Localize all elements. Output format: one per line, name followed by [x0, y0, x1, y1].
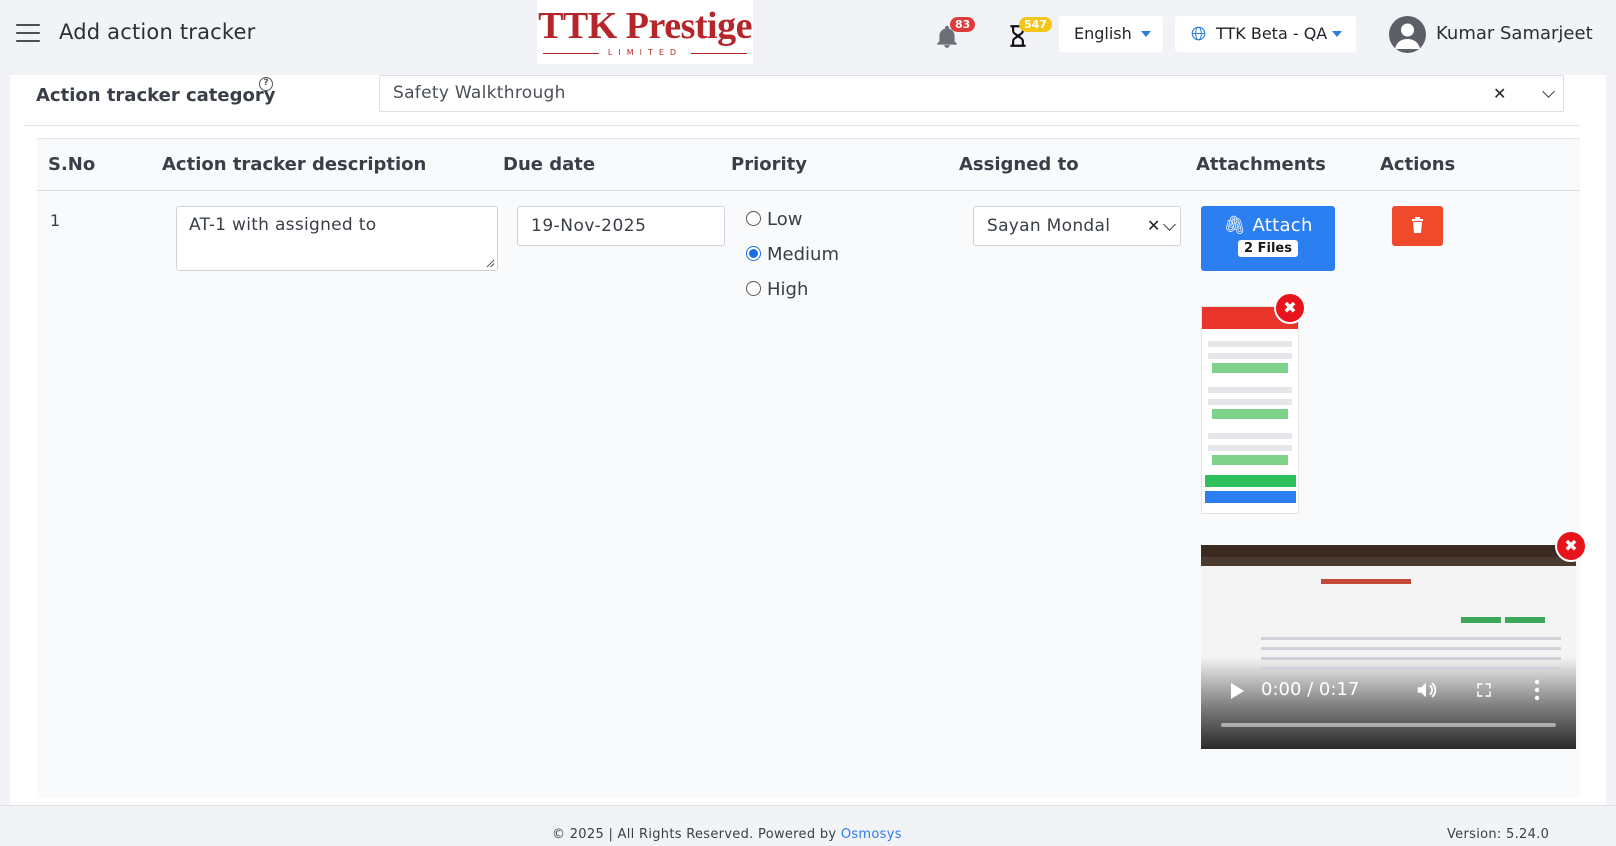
video-time: 0:00 / 0:17 [1261, 679, 1360, 700]
priority-medium-label: Medium [767, 244, 839, 265]
video-frame-row [1261, 647, 1561, 650]
priority-high-radio[interactable]: High [746, 279, 808, 301]
priority-high-label: High [767, 279, 809, 300]
caret-down-icon [1332, 31, 1342, 37]
attach-label: Attach [1252, 215, 1313, 236]
more-options-icon[interactable] [1533, 679, 1541, 701]
pending-badge: 547 [1019, 17, 1052, 32]
thumbnail-line [1208, 445, 1292, 451]
column-header-actions: Actions [1380, 154, 1456, 175]
version-text: Version: 5.24.0 [1447, 827, 1550, 842]
trash-icon [1412, 217, 1423, 233]
remove-attachment-button[interactable]: ✖ [1274, 292, 1306, 324]
thumbnail-green-block [1212, 363, 1288, 373]
video-frame-button [1461, 617, 1501, 623]
radio-icon [746, 211, 761, 226]
notification-badge: 83 [950, 17, 976, 32]
clear-icon[interactable]: ✕ [1147, 207, 1161, 245]
avatar[interactable] [1389, 16, 1426, 53]
category-value: Safety Walkthrough [393, 83, 566, 103]
fullscreen-icon[interactable] [1475, 681, 1493, 699]
description-text: AT-1 with assigned to [189, 215, 377, 235]
video-attachment-player[interactable]: 0:00 / 0:17 [1201, 545, 1576, 749]
play-icon[interactable] [1231, 683, 1244, 699]
caret-down-icon [1141, 31, 1151, 37]
video-frame-address-bar [1201, 557, 1576, 566]
image-attachment-thumbnail[interactable] [1201, 306, 1299, 514]
video-frame-logo [1321, 579, 1411, 584]
attach-button[interactable]: 🖇 Attach 2 Files [1201, 206, 1335, 271]
radio-checked-icon [746, 246, 761, 261]
clear-icon[interactable]: ✕ [1493, 76, 1507, 111]
divider [24, 125, 1580, 126]
category-select[interactable]: Safety Walkthrough ✕ [379, 75, 1564, 112]
logo-text: TTK Prestige [538, 5, 752, 47]
environment-dropdown[interactable]: TTK Beta - QA [1175, 16, 1356, 52]
thumbnail-green-block [1212, 409, 1288, 419]
copyright-label: © 2025 | All Rights Reserved. Powered by [552, 827, 841, 842]
help-icon[interactable]: ? [259, 77, 273, 91]
user-name[interactable]: Kumar Samarjeet [1436, 23, 1593, 44]
copyright-text: © 2025 | All Rights Reserved. Powered by… [552, 827, 902, 842]
column-header-priority: Priority [731, 154, 807, 175]
delete-button[interactable] [1392, 206, 1443, 246]
column-header-description: Action tracker description [162, 154, 427, 175]
paperclip-icon: 🖇 [1223, 215, 1247, 236]
menu-icon[interactable] [16, 24, 40, 44]
video-frame-browser-bar [1201, 545, 1576, 557]
thumbnail-line [1208, 341, 1292, 347]
footer: © 2025 | All Rights Reserved. Powered by… [0, 805, 1616, 846]
language-label: English [1074, 24, 1132, 43]
video-frame-row [1261, 637, 1561, 640]
assigned-to-value: Sayan Mondal [987, 216, 1111, 236]
priority-low-radio[interactable]: Low [746, 209, 802, 231]
thumbnail-line [1208, 433, 1292, 439]
table-header: S.No Action tracker description Due date… [37, 139, 1580, 191]
environment-label: TTK Beta - QA [1216, 24, 1328, 43]
language-dropdown[interactable]: English [1059, 16, 1163, 52]
video-frame-row [1261, 657, 1561, 660]
user-icon [1395, 23, 1420, 49]
due-date-input[interactable]: 19-Nov-2025 [517, 206, 725, 246]
row-sno: 1 [50, 211, 61, 230]
resize-handle-icon[interactable] [486, 259, 495, 268]
assigned-to-select[interactable]: Sayan Mondal ✕ [973, 206, 1181, 246]
column-header-assigned-to: Assigned to [959, 154, 1079, 175]
thumbnail-submit-button [1205, 491, 1296, 503]
column-header-attachments: Attachments [1196, 154, 1326, 175]
due-date-value: 19-Nov-2025 [531, 216, 647, 236]
thumbnail-line [1208, 387, 1292, 393]
form-card: Action tracker category ? Safety Walkthr… [10, 75, 1606, 805]
thumbnail-save-button [1205, 475, 1296, 487]
column-header-sno: S.No [48, 154, 96, 175]
page-title: Add action tracker [59, 20, 256, 44]
files-count-badge: 2 Files [1238, 240, 1298, 257]
column-header-due-date: Due date [503, 154, 596, 175]
category-label: Action tracker category [36, 85, 276, 106]
thumbnail-line [1208, 399, 1292, 405]
thumbnail-line [1208, 353, 1292, 359]
chevron-down-icon[interactable] [1163, 218, 1176, 231]
thumbnail-green-block [1212, 455, 1288, 465]
video-frame-row [1261, 667, 1561, 670]
osmosys-link[interactable]: Osmosys [841, 827, 902, 842]
video-frame-button [1505, 617, 1545, 623]
radio-icon [746, 281, 761, 296]
chevron-down-icon[interactable] [1542, 85, 1555, 98]
top-header: Add action tracker TTK Prestige LIMITED … [0, 0, 1616, 70]
globe-icon [1191, 26, 1206, 41]
remove-attachment-button[interactable]: ✖ [1555, 530, 1587, 562]
volume-icon[interactable] [1415, 679, 1437, 701]
logo-subtext: LIMITED [537, 48, 753, 58]
action-tracker-table: S.No Action tracker description Due date… [37, 138, 1587, 798]
description-textarea[interactable]: AT-1 with assigned to [176, 206, 498, 271]
company-logo: TTK Prestige LIMITED [537, 0, 753, 64]
video-progress-bar[interactable] [1221, 723, 1556, 727]
priority-low-label: Low [767, 209, 803, 230]
priority-medium-radio[interactable]: Medium [746, 244, 839, 266]
